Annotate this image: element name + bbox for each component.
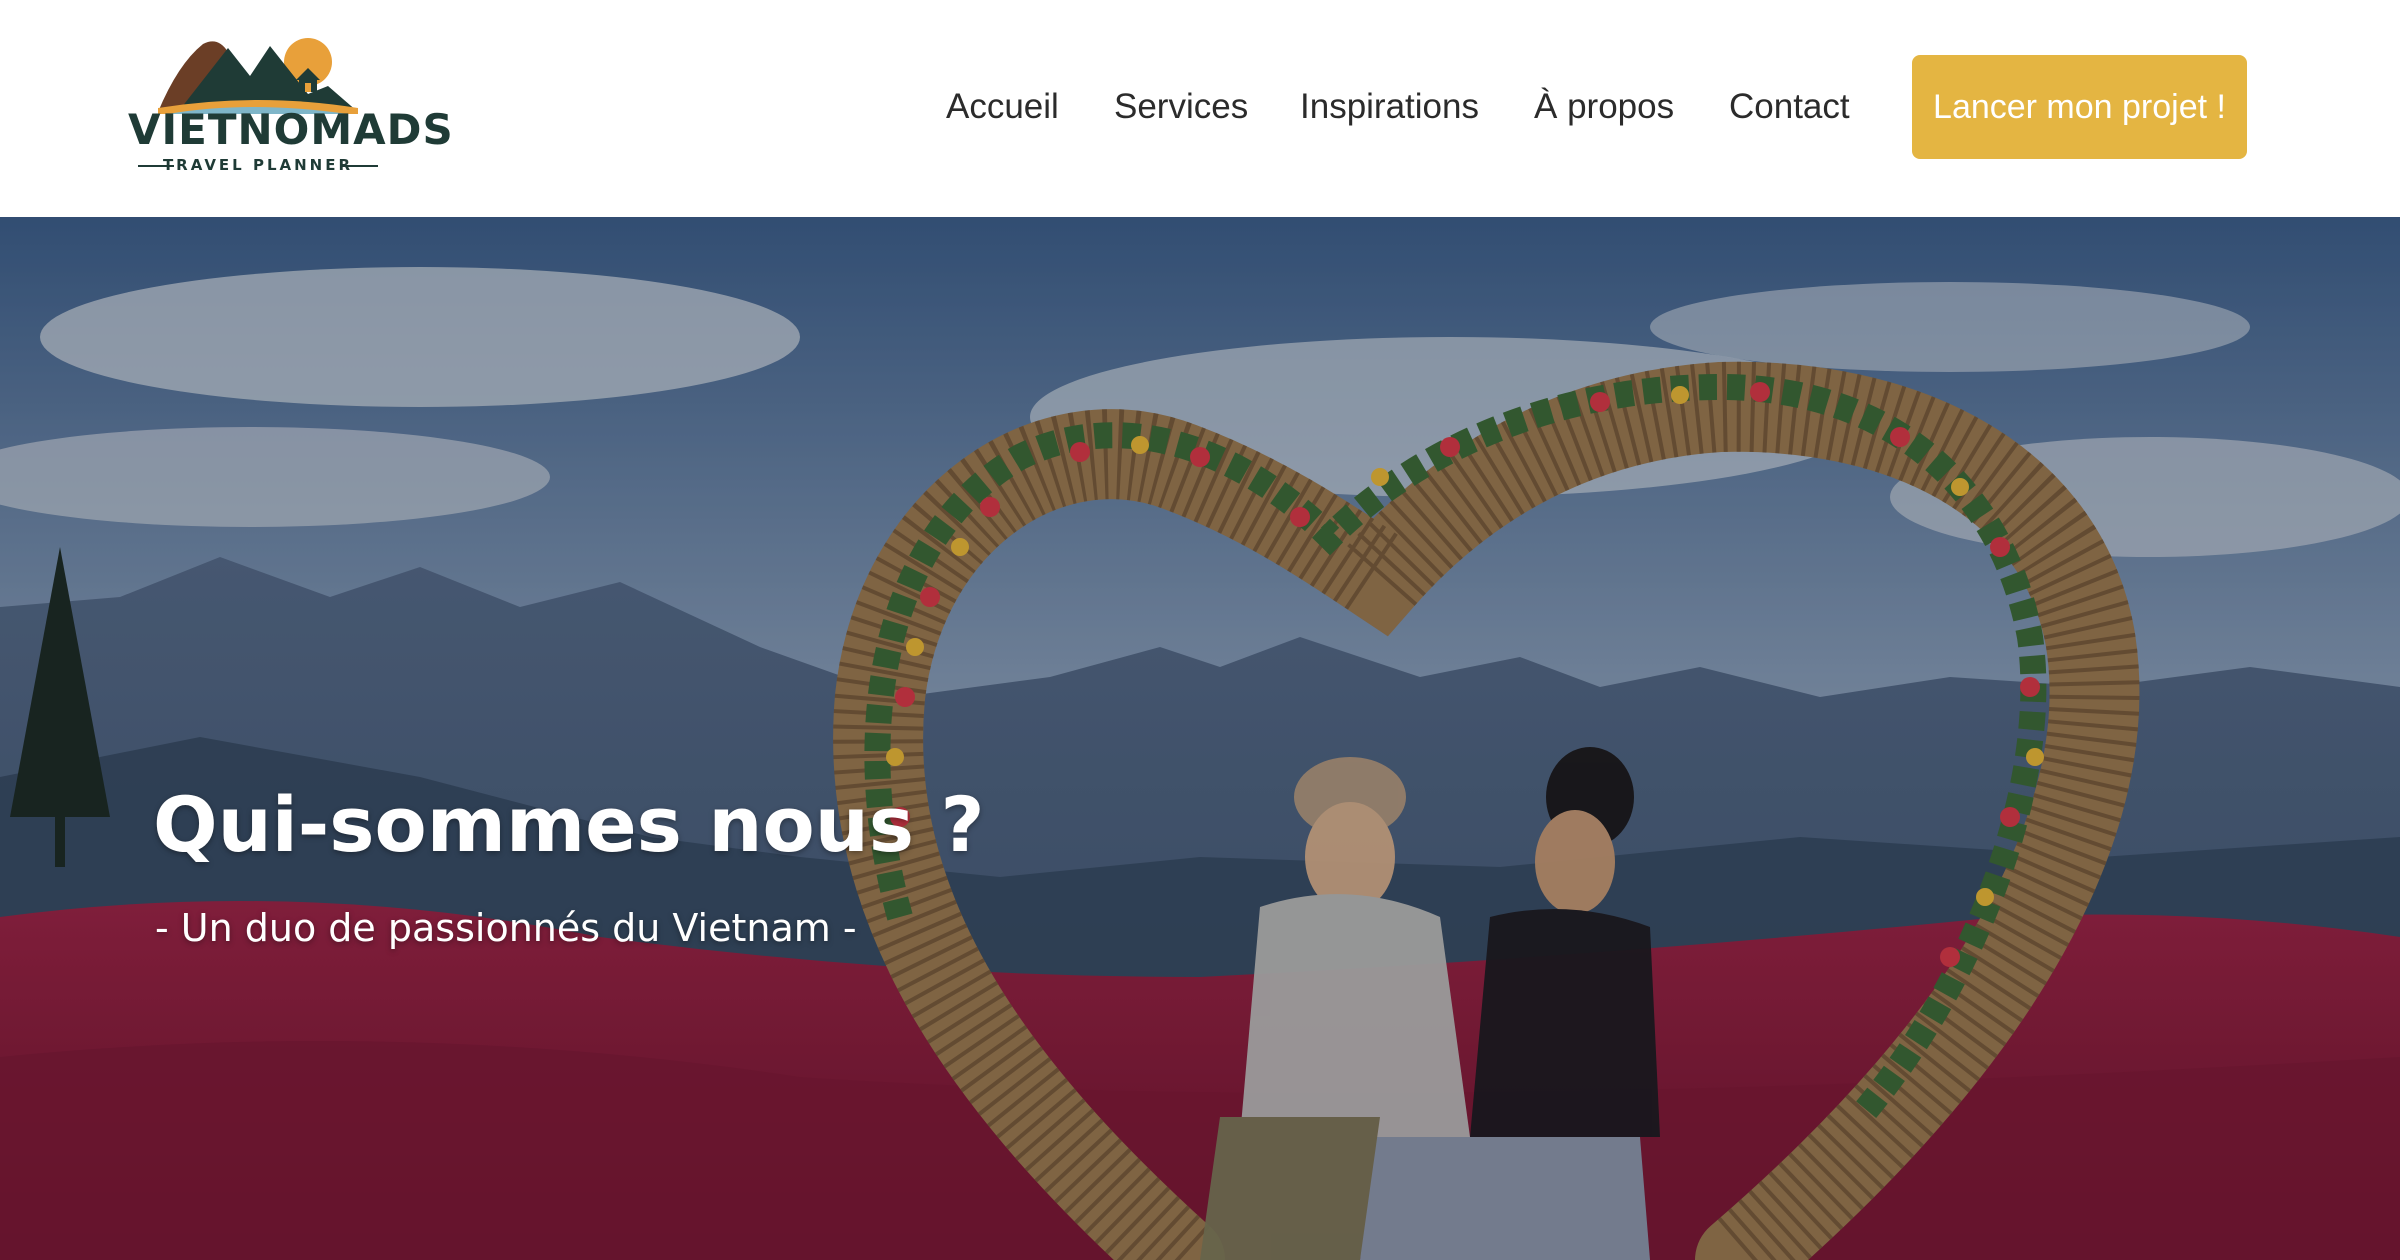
brand-logo[interactable]: VIETNOMADS TRAVEL PLANNER [128, 34, 454, 179]
mountain-logo-icon [158, 38, 358, 114]
nav-item-contact[interactable]: Contact [1729, 82, 1850, 132]
nav-item-services[interactable]: Services [1114, 82, 1248, 132]
hero-background-image [0, 217, 2400, 1260]
nav-item-inspirations[interactable]: Inspirations [1300, 82, 1479, 132]
hero-section: Qui-sommes nous ? - Un duo de passionnés… [0, 217, 2400, 1260]
divider [342, 165, 378, 167]
launch-project-button[interactable]: Lancer mon projet ! [1912, 55, 2247, 159]
nav-item-accueil[interactable]: Accueil [946, 82, 1059, 132]
hero-subtitle: - Un duo de passionnés du Vietnam - [155, 906, 857, 950]
brand-name: VIETNOMADS [128, 105, 454, 154]
nav-item-a-propos[interactable]: À propos [1534, 82, 1674, 132]
site-header: VIETNOMADS TRAVEL PLANNER Accueil Servic… [0, 0, 2400, 217]
hero-title: Qui-sommes nous ? [153, 780, 985, 869]
